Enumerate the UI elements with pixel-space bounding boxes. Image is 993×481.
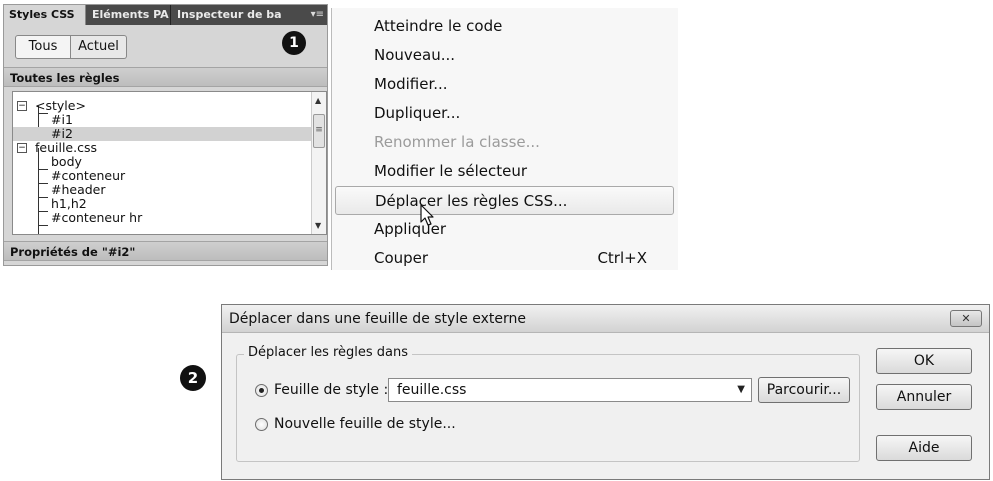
ok-button[interactable]: OK — [876, 348, 972, 374]
tree-rule-header[interactable]: #header — [13, 183, 313, 197]
rules-scrollbar[interactable]: ▲ ≡ ▼ — [311, 92, 326, 234]
tree-node-label: #conteneur — [51, 168, 126, 183]
dialog-title: Déplacer dans une feuille de style exter… — [222, 305, 989, 333]
scroll-up-icon[interactable]: ▲ — [315, 96, 321, 105]
cancel-button[interactable]: Annuler — [876, 384, 972, 410]
collapse-icon[interactable]: − — [17, 101, 27, 111]
menu-item-edit-selector[interactable]: Modifier le sélecteur — [332, 157, 677, 186]
properties-header: Propriétés de "#i2" — [4, 241, 327, 261]
tree-node-style[interactable]: − <style> — [13, 99, 313, 113]
tab-inspector[interactable]: Inspecteur de ba — [172, 5, 284, 25]
tree-node-label: #i1 — [51, 112, 73, 127]
tree-connector — [38, 225, 48, 226]
mouse-pointer-icon — [420, 204, 434, 226]
menu-item-new[interactable]: Nouveau... — [332, 41, 677, 70]
close-button[interactable]: ✕ — [950, 310, 982, 327]
collapse-icon[interactable]: − — [17, 143, 27, 153]
menu-item-cut[interactable]: Couper Ctrl+X — [332, 244, 677, 273]
menu-item-apply[interactable]: Appliquer — [332, 215, 677, 244]
menu-item-duplicate[interactable]: Dupliquer... — [332, 99, 677, 128]
all-rules-header: Toutes les règles — [4, 67, 327, 87]
step-number-2: 2 — [180, 365, 206, 391]
menu-item-edit[interactable]: Modifier... — [332, 70, 677, 99]
tree-rule-conteneur[interactable]: #conteneur — [13, 169, 313, 183]
tree-rule-body[interactable]: body — [13, 155, 313, 169]
tree-rule-h1-h2[interactable]: h1,h2 — [13, 197, 313, 211]
tree-rule-i2[interactable]: #i2 — [13, 127, 313, 141]
move-to-external-stylesheet-dialog: Déplacer dans une feuille de style exter… — [221, 304, 990, 480]
new-stylesheet-radio-label[interactable]: Nouvelle feuille de style... — [274, 415, 456, 433]
menu-item-rename-class: Renommer la classe... — [374, 133, 540, 151]
tree-node-label: feuille.css — [35, 140, 97, 155]
scroll-thumb[interactable]: ≡ — [313, 114, 325, 148]
tab-ap-elements[interactable]: Eléments PA — [87, 5, 171, 25]
panel-options-menu-icon[interactable]: ▾≡ — [311, 5, 324, 25]
tree-node-label: #conteneur hr — [51, 210, 143, 225]
group-label: Déplacer les règles dans — [244, 345, 413, 360]
step-number-1: 1 — [282, 31, 306, 55]
tree-node-label: <style> — [35, 98, 86, 113]
browse-button[interactable]: Parcourir... — [758, 377, 850, 403]
menu-item-shortcut: Ctrl+X — [597, 249, 647, 267]
new-stylesheet-radio[interactable] — [255, 418, 268, 431]
tree-node-label: #header — [51, 182, 106, 197]
stylesheet-radio-label[interactable]: Feuille de style : — [274, 381, 388, 399]
context-menu: Atteindre le code Nouveau... Modifier...… — [331, 8, 678, 270]
menu-item-go-to-code[interactable]: Atteindre le code — [332, 12, 677, 41]
tree-rule-conteneur-hr[interactable]: #conteneur hr — [13, 211, 313, 225]
menu-item-label: Couper — [374, 249, 429, 267]
stylesheet-select[interactable]: feuille.css ▼ — [388, 378, 752, 402]
menu-item-move-css-rules[interactable]: Déplacer les règles CSS... — [335, 186, 674, 215]
panel-tab-bar: Styles CSS Eléments PA Inspecteur de ba … — [4, 5, 327, 25]
move-rules-groupbox — [236, 354, 860, 462]
tree-node-feuille-css[interactable]: − feuille.css — [13, 141, 313, 155]
mode-all-button[interactable]: Tous — [15, 35, 71, 59]
tree-node-label: #i2 — [51, 126, 73, 141]
stylesheet-select-value: feuille.css — [397, 382, 467, 398]
dropdown-arrow-icon[interactable]: ▼ — [737, 379, 745, 401]
tree-rule-i1[interactable]: #i1 — [13, 113, 313, 127]
stylesheet-radio[interactable] — [255, 384, 268, 397]
css-styles-panel: Styles CSS Eléments PA Inspecteur de ba … — [3, 4, 328, 266]
rules-tree[interactable]: − <style> #i1 #i2 − feuille.css body #co… — [12, 91, 327, 235]
scroll-down-icon[interactable]: ▼ — [315, 221, 321, 230]
mode-current-button[interactable]: Actuel — [71, 35, 127, 59]
tree-node-label: h1,h2 — [51, 196, 87, 211]
tab-styles-css[interactable]: Styles CSS — [4, 5, 86, 25]
help-button[interactable]: Aide — [876, 435, 972, 461]
tree-node-label: body — [51, 154, 82, 169]
